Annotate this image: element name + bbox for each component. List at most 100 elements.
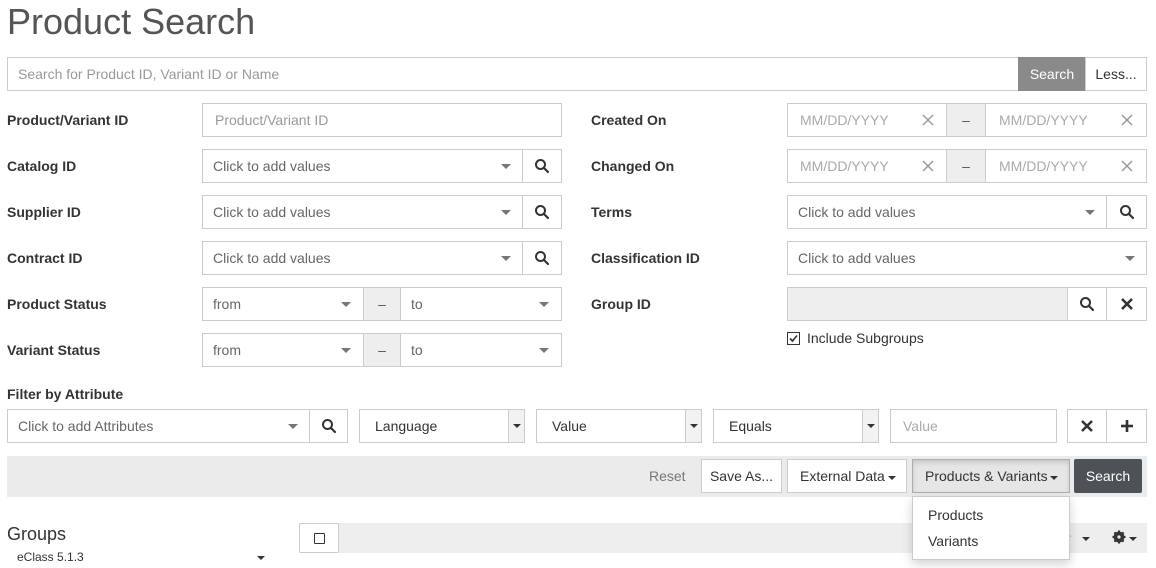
changed-on-to-date[interactable]: MM/DD/YYYY: [985, 149, 1147, 183]
scope-dropdown-label: Products & Variants: [925, 468, 1048, 484]
checkmark-icon: [789, 334, 798, 343]
created-on-to-placeholder: MM/DD/YYYY: [999, 112, 1088, 128]
created-on-to-date[interactable]: MM/DD/YYYY: [985, 103, 1147, 137]
chevron-down-icon: [501, 210, 511, 215]
scope-menu-item-products[interactable]: Products: [913, 502, 1069, 528]
external-data-button[interactable]: External Data: [787, 459, 907, 493]
changed-on-range-separator: –: [946, 149, 986, 183]
contract-id-search-button[interactable]: [522, 241, 562, 275]
chevron-down-icon: [257, 556, 265, 560]
chevron-down-icon: [1082, 537, 1090, 541]
product-status-from-select[interactable]: from: [202, 287, 364, 321]
search-bar-search-button[interactable]: Search: [1018, 57, 1086, 91]
attributes-search-button[interactable]: [309, 409, 348, 443]
product-variant-id-label: Product/Variant ID: [7, 112, 129, 128]
chevron-down-icon: [501, 164, 511, 169]
product-status-range-separator: –: [363, 287, 401, 321]
product-status-from-value: from: [213, 296, 241, 312]
chevron-down-icon: [341, 302, 351, 307]
attribute-value-placeholder: Value: [903, 418, 938, 434]
search-input[interactable]: Search for Product ID, Variant ID or Nam…: [7, 57, 1019, 91]
classification-id-label: Classification ID: [591, 250, 700, 266]
clear-icon[interactable]: [1119, 112, 1135, 128]
attributes-placeholder: Click to add Attributes: [18, 418, 154, 434]
chevron-down-icon: [888, 476, 896, 480]
checkbox-icon: [314, 533, 325, 544]
chevron-down-icon: [539, 348, 549, 353]
settings-button[interactable]: [1112, 529, 1140, 547]
value-select-value: Value: [552, 418, 587, 434]
language-select[interactable]: Language: [359, 409, 525, 443]
changed-on-from-placeholder: MM/DD/YYYY: [800, 158, 889, 174]
search-icon: [535, 251, 550, 266]
group-id-input[interactable]: [787, 287, 1068, 321]
product-status-label: Product Status: [7, 296, 107, 312]
terms-placeholder: Click to add values: [798, 204, 916, 220]
add-filter-button[interactable]: [1106, 409, 1147, 443]
operator-select-value: Equals: [729, 418, 772, 434]
terms-select[interactable]: Click to add values: [787, 195, 1107, 229]
chevron-down-icon: [1050, 476, 1058, 480]
created-on-label: Created On: [591, 112, 667, 128]
group-id-label: Group ID: [591, 296, 651, 312]
chevron-down-icon: [1129, 537, 1137, 541]
chevron-down-icon: [1085, 210, 1095, 215]
catalog-id-select[interactable]: Click to add values: [202, 149, 523, 183]
attributes-select[interactable]: Click to add Attributes: [7, 409, 310, 443]
contract-id-placeholder: Click to add values: [213, 250, 331, 266]
plus-icon: [1120, 420, 1133, 432]
clear-icon[interactable]: [920, 112, 936, 128]
terms-search-button[interactable]: [1106, 195, 1147, 229]
supplier-id-select[interactable]: Click to add values: [202, 195, 523, 229]
chevron-down-icon: [288, 424, 298, 429]
product-variant-id-input[interactable]: Product/Variant ID: [202, 103, 562, 137]
groups-heading: Groups: [7, 524, 67, 544]
variant-status-to-select[interactable]: to: [400, 333, 562, 367]
classification-id-select[interactable]: Click to add values: [787, 241, 1147, 275]
supplier-id-placeholder: Click to add values: [213, 204, 331, 220]
groups-tree-select[interactable]: eClass 5.1.3: [7, 547, 269, 567]
save-as-button[interactable]: Save As...: [701, 459, 782, 493]
gear-icon: [1112, 530, 1126, 544]
variant-status-from-value: from: [213, 342, 241, 358]
group-id-clear-button[interactable]: [1106, 287, 1147, 321]
contract-id-select[interactable]: Click to add values: [202, 241, 523, 275]
terms-label: Terms: [591, 204, 632, 220]
product-status-to-select[interactable]: to: [400, 287, 562, 321]
catalog-id-label: Catalog ID: [7, 158, 77, 174]
variant-status-from-select[interactable]: from: [202, 333, 364, 367]
operator-select[interactable]: Equals: [713, 409, 879, 443]
remove-filter-button[interactable]: [1067, 409, 1107, 443]
chevron-down-icon: [501, 256, 511, 261]
supplier-id-search-button[interactable]: [522, 195, 562, 229]
language-select-value: Language: [375, 418, 438, 434]
chevron-down-icon: [539, 302, 549, 307]
select-all-button[interactable]: [299, 523, 339, 553]
changed-on-from-date[interactable]: MM/DD/YYYY: [787, 149, 947, 183]
value-select[interactable]: Value: [536, 409, 702, 443]
scope-dropdown-button[interactable]: Products & Variants: [912, 459, 1070, 493]
less-button[interactable]: Less...: [1085, 57, 1147, 91]
clear-icon[interactable]: [1119, 158, 1135, 174]
close-icon: [1120, 298, 1133, 310]
filter-by-attribute-label: Filter by Attribute: [7, 386, 124, 402]
created-on-from-date[interactable]: MM/DD/YYYY: [787, 103, 947, 137]
chevron-down-icon: [690, 424, 698, 428]
catalog-id-search-button[interactable]: [522, 149, 562, 183]
include-subgroups-label: Include Subgroups: [807, 330, 924, 346]
include-subgroups-checkbox[interactable]: [787, 332, 800, 345]
reset-button[interactable]: Reset: [649, 459, 686, 493]
clear-icon[interactable]: [920, 158, 936, 174]
classification-id-placeholder: Click to add values: [798, 250, 916, 266]
search-icon: [321, 419, 336, 434]
main-search-button[interactable]: Search: [1074, 459, 1142, 493]
group-id-search-button[interactable]: [1067, 287, 1107, 321]
contract-id-label: Contract ID: [7, 250, 83, 266]
attribute-value-input[interactable]: Value: [890, 409, 1057, 443]
created-on-from-placeholder: MM/DD/YYYY: [800, 112, 889, 128]
external-data-label: External Data: [800, 468, 885, 484]
scope-menu-item-variants[interactable]: Variants: [913, 528, 1069, 554]
chevron-down-icon: [341, 348, 351, 353]
created-on-range-separator: –: [946, 103, 986, 137]
chevron-down-icon: [1125, 256, 1135, 261]
